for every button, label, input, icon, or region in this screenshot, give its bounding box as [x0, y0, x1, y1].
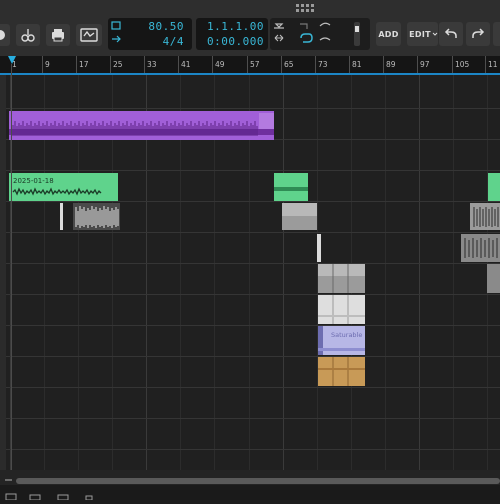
audio-clip[interactable] [73, 203, 120, 230]
browser-icon [29, 494, 41, 501]
ruler-tick: 11 [488, 60, 498, 69]
green-audio-clip[interactable] [274, 173, 308, 201]
pattern-icon [80, 28, 98, 42]
position-bars-value: 1.1.1.00 [207, 20, 264, 33]
position-time-value: 0:00.000 [207, 35, 264, 48]
ruler-tick: 105 [455, 60, 470, 69]
inspector-icon [85, 495, 93, 501]
ruler-tick: 65 [284, 60, 294, 69]
redo-icon [472, 28, 485, 38]
audio-clip[interactable] [461, 234, 500, 262]
metronome-icon [21, 29, 35, 42]
time-signature-value: 4/4 [162, 35, 184, 48]
audio-clip[interactable] [282, 203, 317, 230]
edit-button[interactable]: EDIT [407, 22, 438, 46]
ruler-tick: 89 [386, 60, 396, 69]
record-button[interactable] [0, 24, 10, 46]
tempo-value: 80.50 [148, 20, 184, 33]
light-drum-clip[interactable] [318, 295, 365, 324]
ruler-tick: 25 [113, 60, 123, 69]
chevron-down-icon [432, 32, 438, 36]
mixer-icon [5, 493, 17, 501]
playhead-line [11, 64, 12, 470]
audio-clip[interactable] [487, 264, 500, 293]
ruler-tick: 73 [318, 60, 328, 69]
playhead-marker-icon[interactable] [8, 56, 16, 64]
bottom-toolbar [0, 485, 500, 501]
ruler-tick: 17 [79, 60, 89, 69]
green-audio-clip[interactable] [488, 173, 500, 201]
ruler-tick: 49 [215, 60, 225, 69]
purple-midi-clip[interactable] [9, 111, 274, 140]
more-button[interactable] [493, 22, 500, 46]
loop-icon [111, 21, 121, 43]
orange-drum-clip[interactable] [318, 357, 365, 386]
ruler-tick: 81 [352, 60, 362, 69]
scrollbar-thumb[interactable] [16, 478, 500, 484]
green-audio-clip[interactable]: 2025-01-18 [9, 173, 118, 201]
track-header-edge [0, 75, 6, 470]
printer-icon [52, 29, 64, 42]
drag-grip-icon[interactable] [294, 3, 316, 15]
ruler-tick: 33 [147, 60, 157, 69]
audio-clip[interactable] [470, 203, 500, 230]
arrange-view[interactable]: 2025-01-18 Saturable [0, 75, 500, 470]
bar-ruler[interactable]: 1 9 17 25 33 41 49 57 65 73 81 89 97 105… [0, 56, 500, 73]
audio-clip[interactable] [317, 234, 321, 262]
pattern-button[interactable] [76, 24, 102, 46]
edit-tools-panel [270, 18, 370, 50]
transport-bar: 80.50 4/4 1.1.1.00 0:00.000 ADD EDIT [0, 0, 500, 56]
ruler-tick: 57 [250, 60, 260, 69]
editor-icon [57, 494, 69, 501]
position-display[interactable]: 1.1.1.00 0:00.000 [196, 18, 268, 50]
tempo-display[interactable]: 80.50 4/4 [108, 18, 192, 50]
ruler-tick: 41 [181, 60, 191, 69]
add-button[interactable]: ADD [376, 22, 401, 46]
metronome-button[interactable] [16, 24, 40, 46]
gray-drum-clip[interactable] [318, 264, 365, 293]
print-button[interactable] [46, 24, 70, 46]
redo-button[interactable] [466, 22, 490, 46]
ruler-tick: 9 [45, 60, 50, 69]
audio-clip[interactable] [60, 203, 63, 230]
zoom-icon[interactable] [2, 470, 16, 485]
ruler-tick: 97 [420, 60, 430, 69]
undo-icon [444, 28, 457, 38]
blue-midi-clip[interactable]: Saturable [318, 326, 365, 355]
undo-button[interactable] [439, 22, 463, 46]
